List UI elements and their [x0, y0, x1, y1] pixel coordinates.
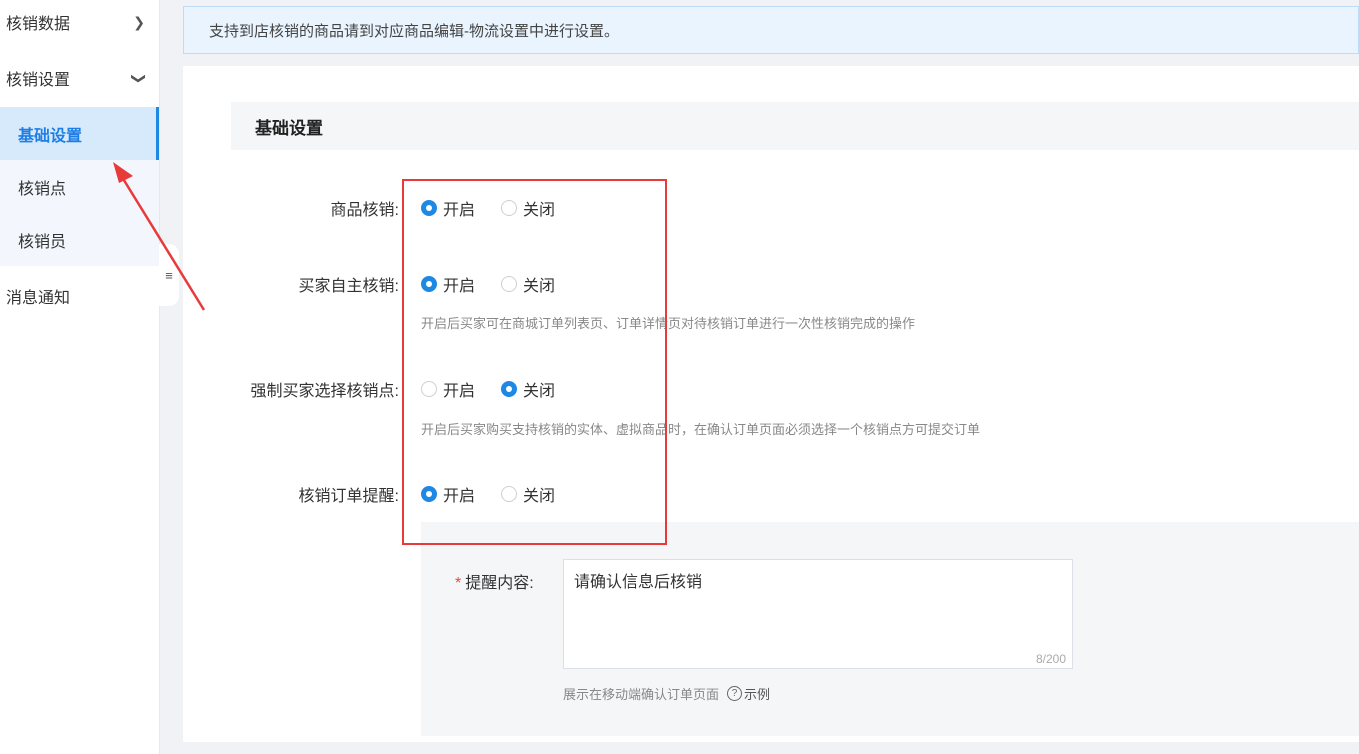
sidebar-item-verifiers[interactable]: 核销员: [0, 213, 159, 266]
radio-label: 开启: [443, 202, 476, 219]
radio-circle: [501, 276, 517, 292]
radio-label: 开启: [443, 488, 476, 505]
reminder-content-label: * 提醒内容:: [455, 569, 534, 593]
radio-circle: [421, 200, 437, 216]
radio-label: 关闭: [523, 202, 556, 219]
force-select-point-off-radio[interactable]: 关闭: [501, 377, 555, 401]
notice-text: 支持到店核销的商品请到对应商品编辑-物流设置中进行设置。: [209, 22, 619, 40]
force-select-point-on-radio[interactable]: 开启: [421, 377, 475, 401]
radio-circle: [421, 276, 437, 292]
reminder-helper: 展示在移动端确认订单页面 ? 示例: [563, 684, 770, 703]
product-verification-label: 商品核销:: [330, 202, 399, 219]
submenu: 基础设置 核销点 核销员: [0, 107, 159, 266]
radio-label: 开启: [443, 383, 476, 400]
product-verification-on-radio[interactable]: 开启: [421, 196, 475, 220]
reminder-content-section: * 提醒内容: 请确认信息后核销 8/200 展示在移动端确认订单页面 ? 示例: [421, 522, 1359, 736]
reminder-content-textarea[interactable]: 请确认信息后核销 8/200: [563, 559, 1073, 669]
sidebar-collapse-toggle[interactable]: ≡: [159, 244, 179, 306]
product-verification-off-radio[interactable]: 关闭: [501, 196, 555, 220]
reminder-content-label-text: 提醒内容:: [465, 575, 534, 592]
reminder-helper-text: 展示在移动端确认订单页面: [563, 687, 720, 702]
chevron-right-icon: ❯: [133, 13, 145, 30]
sidebar-item-basic-settings[interactable]: 基础设置: [0, 107, 159, 160]
menu-group-verification-data[interactable]: 核销数据 ❯: [0, 0, 159, 50]
example-link[interactable]: 示例: [744, 684, 770, 703]
radio-label: 开启: [443, 278, 476, 295]
section-header: 基础设置: [231, 102, 1359, 150]
radio-label: 关闭: [523, 278, 556, 295]
radio-circle: [421, 486, 437, 502]
menu-group-label: 核销数据: [6, 16, 71, 33]
menu-group-verification-settings[interactable]: 核销设置 ❯: [0, 50, 159, 106]
buyer-self-verification-on-radio[interactable]: 开启: [421, 272, 475, 296]
required-mark: *: [455, 575, 462, 592]
buyer-self-verification-hint: 开启后买家可在商城订单列表页、订单详情页对待核销订单进行一次性核销完成的操作: [421, 316, 916, 331]
radio-label: 关闭: [523, 488, 556, 505]
radio-circle: [421, 381, 437, 397]
collapse-menu-icon: ≡: [165, 267, 173, 283]
buyer-self-verification-off-radio[interactable]: 关闭: [501, 272, 555, 296]
menu-group-notifications[interactable]: 消息通知: [0, 268, 159, 324]
radio-circle: [501, 486, 517, 502]
chevron-down-icon: ❯: [131, 72, 148, 84]
sidebar: 核销数据 ❯ 核销设置 ❯ 基础设置 核销点 核销员 消息通知: [0, 0, 160, 754]
menu-group-label: 消息通知: [6, 290, 71, 307]
section-title: 基础设置: [255, 118, 323, 138]
buyer-self-verification-label: 买家自主核销:: [298, 278, 399, 295]
char-counter: 8/200: [1035, 652, 1066, 666]
question-circle-icon: ?: [727, 686, 743, 701]
order-reminder-on-radio[interactable]: 开启: [421, 482, 475, 506]
sidebar-item-label: 基础设置: [18, 127, 83, 145]
sidebar-item-label: 核销点: [18, 180, 67, 198]
sidebar-item-label: 核销员: [18, 233, 67, 251]
menu-group-label: 核销设置: [6, 72, 71, 89]
notice-bar: 支持到店核销的商品请到对应商品编辑-物流设置中进行设置。: [183, 6, 1359, 54]
reminder-content-value: 请确认信息后核销: [574, 574, 703, 591]
force-select-point-hint: 开启后买家购买支持核销的实体、虚拟商品时，在确认订单页面必须选择一个核销点方可提…: [421, 422, 981, 437]
radio-label: 关闭: [523, 383, 556, 400]
sidebar-item-verification-points[interactable]: 核销点: [0, 160, 159, 213]
order-reminder-label: 核销订单提醒:: [298, 488, 399, 505]
radio-circle: [501, 200, 517, 216]
force-select-point-label: 强制买家选择核销点:: [250, 383, 399, 400]
settings-panel: 基础设置 商品核销: 开启 关闭 买家自主核销: 开启 关闭 开启后买家可在商城…: [183, 66, 1359, 742]
radio-circle: [501, 381, 517, 397]
order-reminder-off-radio[interactable]: 关闭: [501, 482, 555, 506]
